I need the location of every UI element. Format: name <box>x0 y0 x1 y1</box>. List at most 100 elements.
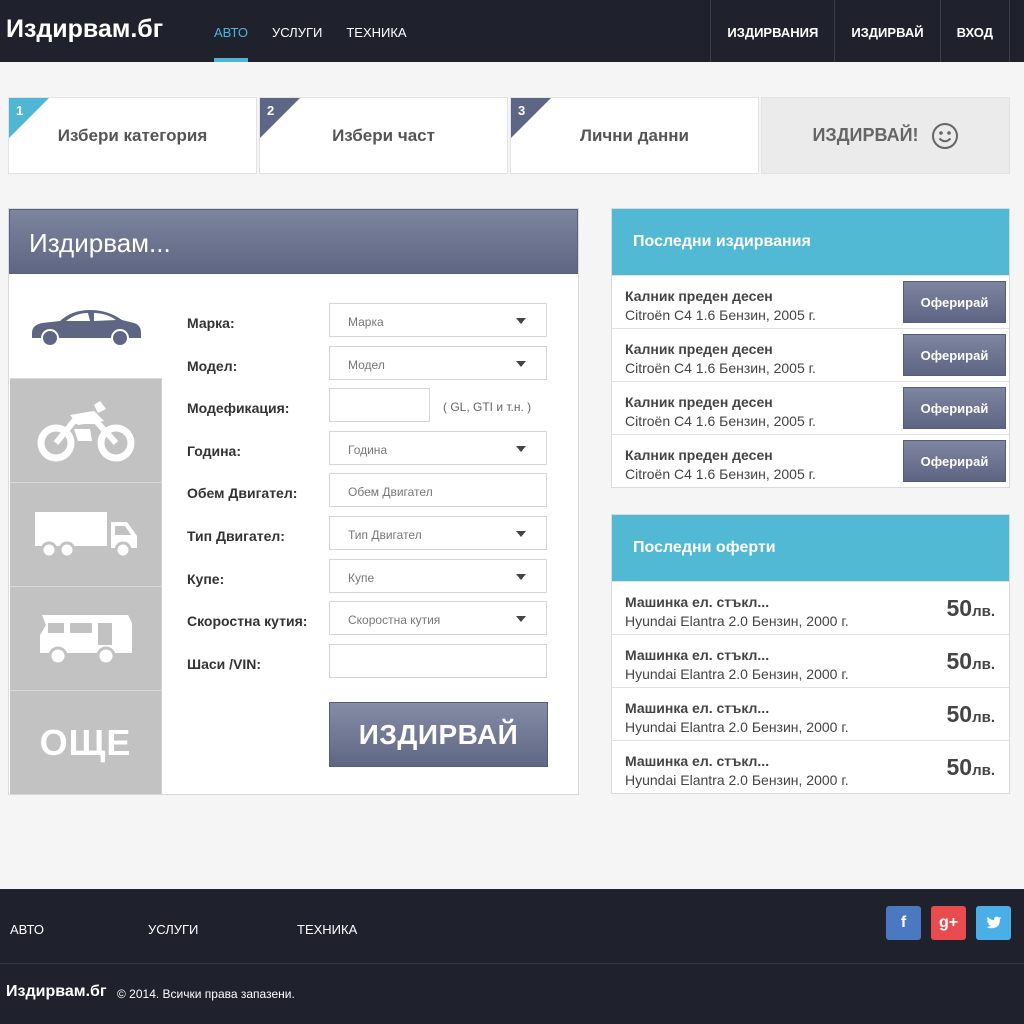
brand-label: Марка: <box>187 315 235 331</box>
search-button[interactable]: ИЗДИРВАЙ <box>329 702 548 767</box>
twitter-icon[interactable] <box>976 906 1011 940</box>
search-form: Марка: Марка Модел: Модел Модефикация: (… <box>187 303 557 686</box>
list-item: Калник преден десен Citroën C4 1.6 Бензи… <box>612 381 1009 434</box>
chevron-down-icon <box>516 530 526 537</box>
account-nav: ИЗДИРВАНИЯ ИЗДИРВАЙ ВХОД <box>710 0 1010 62</box>
latest-offers-panel: Последни оферти Машинка ел. стъкл... Hyu… <box>611 514 1010 794</box>
list-item[interactable]: Машинка ел. стъкл... Hyundai Elantra 2.0… <box>612 634 1009 687</box>
engine-type-select-value: Тип Двигател <box>348 527 422 542</box>
item-title: Машинка ел. стъкл... <box>625 753 770 769</box>
offer-button[interactable]: Оферирай <box>903 281 1006 323</box>
body-select[interactable]: Купе <box>329 558 547 593</box>
vin-label: Шаси /VIN: <box>187 655 262 672</box>
item-subtitle: Hyundai Elantra 2.0 Бензин, 2000 г. <box>625 613 849 629</box>
car-icon <box>32 309 141 347</box>
price-value: 50 <box>946 648 973 674</box>
list-item[interactable]: Машинка ел. стъкл... Hyundai Elantra 2.0… <box>612 687 1009 740</box>
motorcycle-icon <box>37 400 134 461</box>
model-select-value: Модел <box>348 357 385 372</box>
engine-volume-label: Обем Двигател: <box>187 485 298 502</box>
step-marker <box>260 98 300 138</box>
year-label: Година: <box>187 442 242 459</box>
step-label: Лични данни <box>580 125 689 145</box>
gearbox-select-value: Скоростна кутия <box>348 613 441 628</box>
search-panel: Издирвам... ОЩЕ Марка: Марка Модел: Моде… <box>8 208 579 795</box>
wizard-steps: 1 Избери категория 2 Избери част 3 Лични… <box>8 97 1010 174</box>
step-search[interactable]: ИЗДИРВАЙ! <box>761 97 1010 174</box>
offer-price: 50лв. <box>946 595 995 622</box>
footer-nav-services[interactable]: УСЛУГИ <box>148 922 198 937</box>
year-select[interactable]: Година <box>329 430 547 465</box>
body-select-value: Купе <box>348 570 375 585</box>
year-select-value: Година <box>348 442 388 457</box>
step-number: 3 <box>518 103 526 118</box>
list-item[interactable]: Машинка ел. стъкл... Hyundai Elantra 2.0… <box>612 581 1009 634</box>
category-camper[interactable] <box>10 587 162 691</box>
item-title: Калник преден десен <box>625 288 773 304</box>
step-marker <box>9 98 49 138</box>
model-select[interactable]: Модел <box>329 345 547 380</box>
gearbox-select[interactable]: Скоростна кутия <box>329 601 547 636</box>
step-choose-category[interactable]: 1 Избери категория <box>8 97 257 174</box>
step-label: Избери категория <box>57 125 208 145</box>
item-subtitle: Hyundai Elantra 2.0 Бензин, 2000 г. <box>625 719 849 735</box>
smiley-icon <box>931 122 958 149</box>
item-title: Калник преден десен <box>625 447 773 463</box>
chevron-down-icon <box>516 616 526 623</box>
list-item: Калник преден десен Citroën C4 1.6 Бензи… <box>612 328 1009 381</box>
form-row-model: Модел: Модел <box>187 345 557 389</box>
brand-select-value: Марка <box>348 315 384 329</box>
offer-button[interactable]: Оферирай <box>903 387 1006 429</box>
top-navbar: Издирвам.бг АВТО УСЛУГИ ТЕХНИКА ИЗДИРВАН… <box>0 0 1024 62</box>
offer-button[interactable]: Оферирай <box>903 440 1006 482</box>
item-subtitle: Hyundai Elantra 2.0 Бензин, 2000 г. <box>625 772 849 788</box>
camper-icon <box>39 614 132 665</box>
google-plus-icon[interactable]: g+ <box>931 906 966 940</box>
facebook-icon[interactable]: f <box>886 906 921 940</box>
more-label: ОЩЕ <box>39 721 132 763</box>
step-personal-data[interactable]: 3 Лични данни <box>510 97 759 174</box>
step-choose-part[interactable]: 2 Избери част <box>259 97 508 174</box>
nav-searches[interactable]: ИЗДИРВАНИЯ <box>710 0 834 62</box>
nav-services[interactable]: УСЛУГИ <box>272 0 322 62</box>
item-title: Машинка ел. стъкл... <box>625 647 770 663</box>
category-truck[interactable] <box>10 483 162 587</box>
site-logo[interactable]: Издирвам.бг <box>6 15 163 44</box>
brand-select[interactable]: Марка <box>329 303 547 337</box>
form-row-body: Купе: Купе <box>187 558 557 602</box>
twitter-bird-glyph <box>985 916 1001 929</box>
price-value: 50 <box>946 701 973 727</box>
offer-button[interactable]: Оферирай <box>903 334 1006 376</box>
step-label: ИЗДИРВАЙ! <box>812 125 919 145</box>
price-currency: лв. <box>972 762 995 779</box>
price-currency: лв. <box>972 709 995 726</box>
form-row-vin: Шаси /VIN: <box>187 643 557 687</box>
nav-technics[interactable]: ТЕХНИКА <box>346 0 406 62</box>
latest-searches-title: Последни издирвания <box>612 209 1009 275</box>
latest-searches-panel: Последни издирвания Калник преден десен … <box>611 208 1010 488</box>
model-label: Модел: <box>187 357 238 374</box>
engine-type-select[interactable]: Тип Двигател <box>329 515 547 550</box>
item-title: Машинка ел. стъкл... <box>625 594 770 610</box>
chevron-down-icon <box>516 445 526 452</box>
item-subtitle: Citroën C4 1.6 Бензин, 2005 г. <box>625 466 816 482</box>
footer-nav-technics[interactable]: ТЕХНИКА <box>297 922 357 937</box>
engine-volume-input[interactable]: Обем Двигател <box>329 473 547 508</box>
form-row-gearbox: Скоростна кутия: Скоростна кутия <box>187 601 557 644</box>
category-more[interactable]: ОЩЕ <box>10 691 162 795</box>
list-item[interactable]: Машинка ел. стъкл... Hyundai Elantra 2.0… <box>612 740 1009 793</box>
modification-input[interactable] <box>329 388 430 423</box>
item-subtitle: Citroën C4 1.6 Бензин, 2005 г. <box>625 413 816 429</box>
engine-volume-input-value: Обем Двигател <box>348 485 433 500</box>
category-tabs: ОЩЕ <box>10 275 162 795</box>
nav-login[interactable]: ВХОД <box>939 0 1010 62</box>
nav-auto[interactable]: АВТО <box>214 0 248 62</box>
footer-logo[interactable]: Издирвам.бг <box>6 983 107 1001</box>
nav-search[interactable]: ИЗДИРВАЙ <box>834 0 939 62</box>
category-motorcycle[interactable] <box>10 379 162 483</box>
vin-input[interactable] <box>329 643 547 678</box>
footer-nav-auto[interactable]: АВТО <box>10 922 44 937</box>
price-currency: лв. <box>972 603 995 620</box>
copyright: © 2014. Всички права запазени. <box>117 987 295 1001</box>
category-car[interactable] <box>10 275 162 379</box>
